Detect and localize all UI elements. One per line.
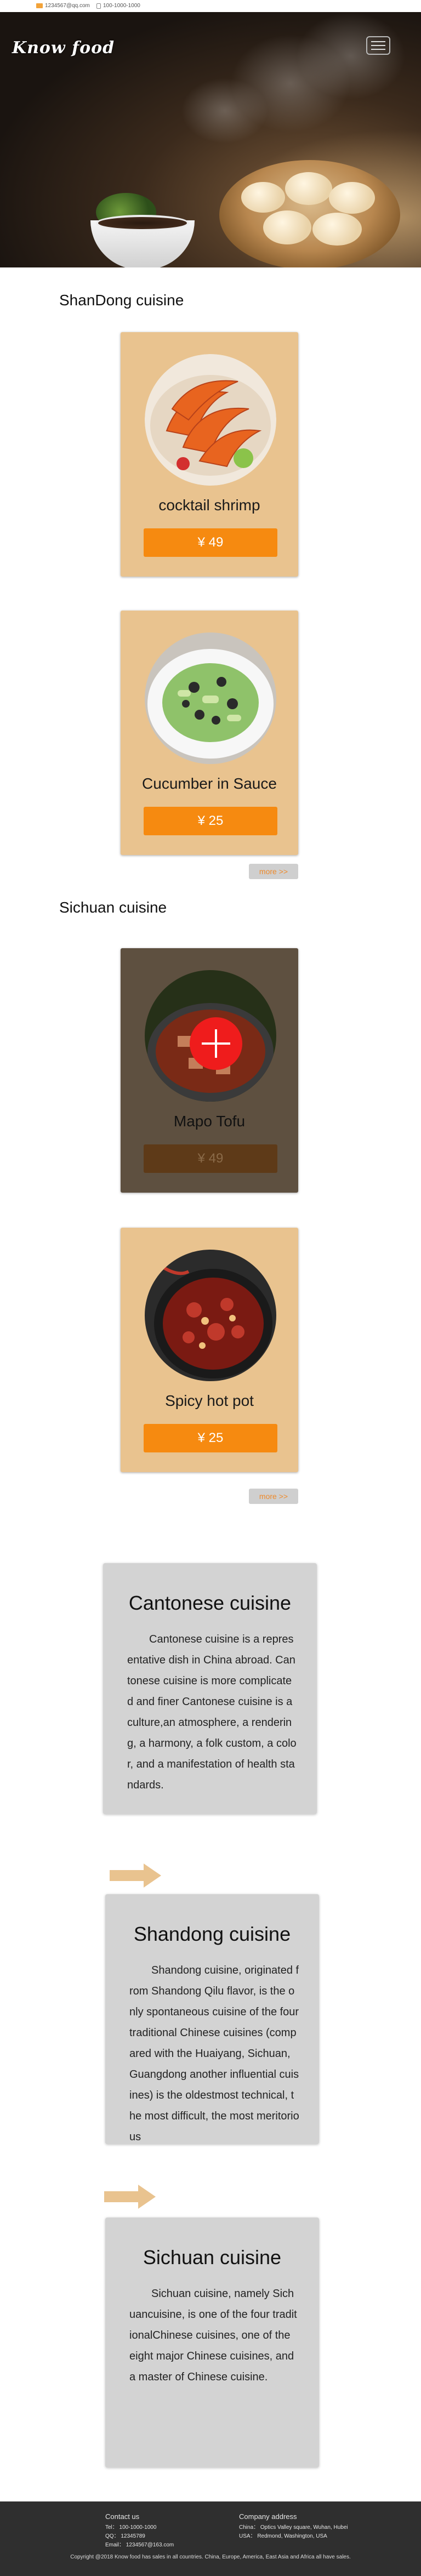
- dish-name: Cucumber in Sauce: [142, 775, 277, 792]
- sauce-bowl: [90, 215, 195, 267]
- plus-icon[interactable]: [190, 1017, 242, 1070]
- mail-icon: [36, 3, 43, 8]
- dish-name: Mapo Tofu: [173, 1113, 246, 1130]
- arrow-right-icon: [104, 2185, 156, 2209]
- footer-contact-title: Contact us: [105, 2512, 140, 2521]
- intro-title: Sichuan cuisine: [143, 2246, 282, 2269]
- intro-text: Cantonese cuisine is a representative di…: [127, 1633, 297, 1791]
- dish-name: Spicy hot pot: [165, 1392, 254, 1409]
- intro-card-sichuan: Sichuan cuisine Sichuan cuisine, namely …: [105, 2218, 319, 2467]
- more-button-sichuan[interactable]: more >>: [249, 1489, 298, 1504]
- section-title-sichuan: Sichuan cuisine: [59, 899, 167, 916]
- dish-photo-spicy-hot-pot: [145, 1250, 276, 1381]
- menu-toggle-button[interactable]: [366, 36, 390, 55]
- top-phone: 100-1000-1000: [96, 3, 140, 9]
- intro-text: Sichuan cuisine, namely Sichuancuisine, …: [129, 2288, 297, 2383]
- site-logo[interactable]: Know food: [12, 38, 115, 58]
- steamer-basket: [219, 160, 400, 267]
- dish-card[interactable]: Cucumber in Sauce ¥ 25: [121, 611, 298, 855]
- intro-text: Shandong cuisine, originated from Shando…: [129, 1964, 299, 2143]
- top-email: 1234567@qq.com: [36, 3, 90, 9]
- footer-tel: Tel： 100-1000-1000: [105, 2524, 157, 2531]
- footer-address-title: Company address: [239, 2512, 297, 2521]
- dish-card[interactable]: Mapo Tofu ¥ 49: [121, 948, 298, 1193]
- footer-address: Company address China： Optics Valley squ…: [239, 2512, 348, 2541]
- dish-photo-cucumber-in-sauce: [145, 632, 276, 764]
- footer-qq: QQ： 12345789: [105, 2533, 145, 2539]
- footer-address-china: China： Optics Valley square, Wuhan, Hube…: [239, 2524, 348, 2531]
- dish-price-button[interactable]: ¥ 49: [144, 1144, 277, 1173]
- top-contact-bar: 1234567@qq.com 100-1000-1000: [0, 0, 421, 12]
- dish-name: cocktail shrimp: [158, 497, 260, 514]
- more-button-shandong[interactable]: more >>: [249, 864, 298, 879]
- hamburger-icon: [371, 41, 385, 42]
- phone-icon: [96, 3, 101, 9]
- top-phone-text: 100-1000-1000: [103, 3, 140, 9]
- footer-copyright: Copyright @2018 Know food has sales in a…: [70, 2554, 351, 2560]
- dish-card[interactable]: cocktail shrimp ¥ 49: [121, 332, 298, 577]
- section-title-shandong: ShanDong cuisine: [59, 292, 184, 309]
- dish-price-button[interactable]: ¥ 49: [144, 528, 277, 557]
- hero-banner: Know food: [0, 12, 421, 267]
- intro-card-cantonese: Cantonese cuisine Cantonese cuisine is a…: [103, 1563, 317, 1814]
- dish-price-button[interactable]: ¥ 25: [144, 807, 277, 835]
- top-email-text: 1234567@qq.com: [45, 3, 90, 9]
- footer-contact: Contact us Tel： 100-1000-1000 QQ： 123457…: [105, 2512, 174, 2550]
- intro-card-shandong: Shandong cuisine Shandong cuisine, origi…: [105, 1894, 319, 2144]
- site-footer: Contact us Tel： 100-1000-1000 QQ： 123457…: [0, 2501, 421, 2576]
- arrow-right-icon: [110, 1863, 161, 1888]
- intro-title: Shandong cuisine: [133, 1923, 291, 1945]
- footer-email[interactable]: Email： 1234567@163.com: [105, 2541, 174, 2550]
- dish-price-button[interactable]: ¥ 25: [144, 1424, 277, 1452]
- footer-address-usa: USA： Redmond, Washington, USA: [239, 2533, 327, 2539]
- dish-photo-cocktail-shrimp: [145, 354, 276, 486]
- dish-card[interactable]: Spicy hot pot ¥ 25: [121, 1228, 298, 1472]
- intro-title: Cantonese cuisine: [128, 1592, 292, 1614]
